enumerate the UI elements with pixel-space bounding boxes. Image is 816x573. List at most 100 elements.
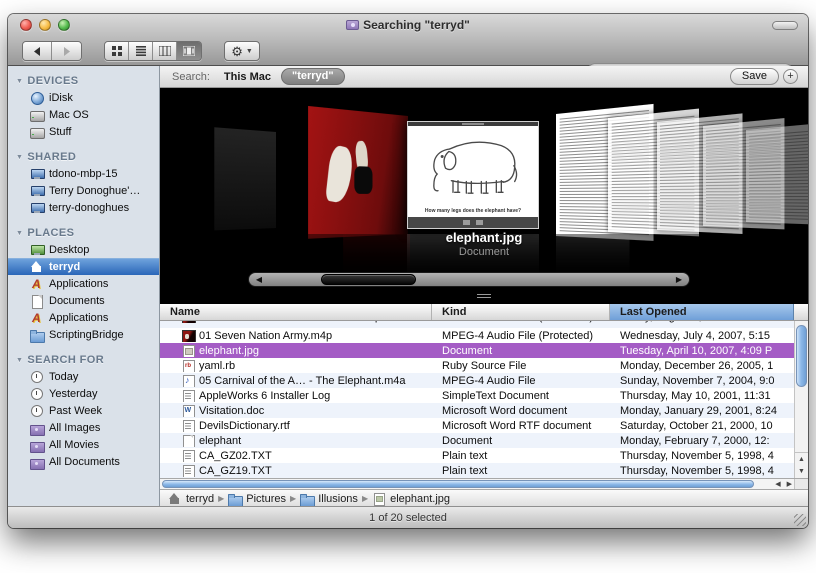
sidebar-section-header[interactable]: ▼SHARED xyxy=(8,149,159,165)
action-menu-button[interactable]: ⚙ ▼ xyxy=(224,41,260,61)
coverflow-scroll-thumb[interactable] xyxy=(321,274,416,285)
coverflow-scrollbar[interactable]: ◀ ▶ xyxy=(248,272,690,287)
scroll-left-icon[interactable]: ◀ xyxy=(775,480,780,488)
scope-terryd-button[interactable]: "terryd" xyxy=(281,68,345,85)
sidebar-item-label: Desktop xyxy=(49,244,89,256)
sidebar-item-documents[interactable]: Documents xyxy=(8,292,159,309)
column-header-name[interactable]: Name xyxy=(160,304,432,320)
title-bar[interactable]: Searching "terryd" xyxy=(8,14,808,36)
sidebar-section-label: PLACES xyxy=(27,227,74,239)
sidebar-item-stuff[interactable]: Stuff xyxy=(8,123,159,140)
column-header-last-opened[interactable]: Last Opened xyxy=(610,304,794,320)
table-row[interactable]: yaml.rbRuby Source FileMonday, December … xyxy=(160,358,808,373)
idisk-icon xyxy=(30,92,44,104)
window-title: Searching "terryd" xyxy=(8,18,808,32)
coverflow-scroll-left-icon[interactable]: ◀ xyxy=(249,273,269,286)
sidebar-item-idisk[interactable]: iDisk xyxy=(8,89,159,106)
smart-folder-icon xyxy=(30,456,44,468)
horizontal-scroll-thumb[interactable] xyxy=(162,480,754,488)
chevron-down-icon: ▼ xyxy=(246,48,253,55)
drive-icon xyxy=(30,109,44,121)
sidebar-item-label: terryd xyxy=(49,261,80,273)
status-bar: 1 of 20 selected xyxy=(8,506,808,528)
sidebar-item-label: Applications xyxy=(49,312,108,324)
clock-icon xyxy=(30,405,44,417)
column-header-kind[interactable]: Kind xyxy=(432,304,610,320)
coverflow-area[interactable]: How many legs does the elephant have? el… xyxy=(160,88,808,304)
back-button[interactable] xyxy=(23,42,52,60)
word-icon xyxy=(182,405,194,417)
scroll-up-icon[interactable]: ▲ xyxy=(798,454,805,466)
table-row[interactable]: AppleWorks 6 Installer LogSimpleText Doc… xyxy=(160,388,808,403)
table-row[interactable]: 06 The Hardest Button to Button.m4pMPEG-… xyxy=(160,321,808,328)
scroll-down-icon[interactable]: ▼ xyxy=(798,466,805,478)
toolbar-toggle-button[interactable] xyxy=(772,21,798,30)
vertical-scroll-thumb[interactable] xyxy=(796,325,807,387)
sidebar-item-scriptingbridge[interactable]: ScriptingBridge xyxy=(8,326,159,343)
coverflow-selected-preview[interactable]: How many legs does the elephant have? xyxy=(407,121,539,229)
sidebar-item-yesterday[interactable]: Yesterday xyxy=(8,385,159,402)
smart-folder-icon xyxy=(30,439,44,451)
vertical-scrollbar[interactable]: ▲ ▼ xyxy=(794,321,808,478)
sidebar-item-past-week[interactable]: Past Week xyxy=(8,402,159,419)
column-view-button[interactable] xyxy=(153,42,177,60)
table-row[interactable]: elephant.jpgDocumentTuesday, April 10, 2… xyxy=(160,343,808,358)
sidebar-item-applications[interactable]: Applications xyxy=(8,309,159,326)
sidebar-item-terryd[interactable]: terryd xyxy=(8,258,159,275)
sidebar-item-terry-donoghues[interactable]: terry-donoghues xyxy=(8,199,159,216)
coverflow-item-album-art[interactable] xyxy=(308,106,408,239)
forward-button[interactable] xyxy=(52,42,81,60)
sidebar-item-tdono-mbp-15[interactable]: tdono-mbp-15 xyxy=(8,165,159,182)
splitter-grip[interactable] xyxy=(477,292,491,298)
sidebar-section-header[interactable]: ▼ PLACES xyxy=(8,225,159,241)
table-row[interactable]: CA_GZ02.TXTPlain textThursday, November … xyxy=(160,448,808,463)
coverflow-scroll-right-icon[interactable]: ▶ xyxy=(669,273,689,286)
table-row[interactable]: 01 Seven Nation Army.m4pMPEG-4 Audio Fil… xyxy=(160,328,808,343)
list-view-button[interactable] xyxy=(129,42,153,60)
search-label: Search: xyxy=(172,71,210,83)
window-chrome: Searching "terryd" xyxy=(8,14,808,66)
scope-this-mac-button[interactable]: This Mac xyxy=(224,71,271,83)
file-name: CA_GZ19.TXT xyxy=(199,465,272,477)
save-search-button[interactable]: Save xyxy=(730,68,779,85)
coverflow-scroll-track[interactable] xyxy=(269,273,669,286)
table-row[interactable]: DevilsDictionary.rtf Microsoft Word RTF d… xyxy=(160,418,808,433)
file-kind: Document xyxy=(432,345,610,357)
sidebar-item-all-images[interactable]: All Images xyxy=(8,419,159,436)
coverflow-item-text-document[interactable] xyxy=(746,123,808,225)
file-name: DevilsDictionary.rtf xyxy=(199,420,290,432)
breadcrumb-item[interactable]: terryd xyxy=(168,493,214,505)
sidebar-item-desktop[interactable]: Desktop xyxy=(8,241,159,258)
table-row[interactable]: Visitation.docMicrosoft Word documentMon… xyxy=(160,403,808,418)
breadcrumb-item[interactable]: elephant.jpg xyxy=(372,493,450,505)
sidebar-section-header[interactable]: ▼SEARCH FOR xyxy=(8,352,159,368)
horizontal-scrollbar[interactable]: ◀ ▶ xyxy=(160,478,808,489)
icon-view-button[interactable] xyxy=(105,42,129,60)
sidebar-item-all-documents[interactable]: All Documents xyxy=(8,453,159,470)
file-last-opened: Monday, February 7, 2000, 12: xyxy=(610,435,794,447)
table-row[interactable]: CA_GZ19.TXTPlain textThursday, November … xyxy=(160,463,808,478)
sidebar-item-all-movies[interactable]: All Movies xyxy=(8,436,159,453)
file-name: CA_GZ02.TXT xyxy=(199,450,272,462)
breadcrumb-item[interactable]: Illusions xyxy=(300,493,358,505)
sidebar-item-today[interactable]: Today xyxy=(8,368,159,385)
file-last-opened: Wednesday, July 4, 2007, 5:15 xyxy=(610,330,794,342)
table-row[interactable]: elephantDocumentMonday, February 7, 2000… xyxy=(160,433,808,448)
file-last-opened: Thursday, November 5, 1998, 4 xyxy=(610,450,794,462)
coverflow-item-far-left[interactable] xyxy=(214,127,276,230)
resize-grip[interactable] xyxy=(794,514,806,526)
file-kind: Microsoft Word RTF document xyxy=(432,420,610,432)
scroll-right-icon[interactable]: ▶ xyxy=(787,480,792,488)
sidebar-item-terry-donoghue-[interactable]: Terry Donoghue'… xyxy=(8,182,159,199)
breadcrumb-item[interactable]: Pictures xyxy=(228,493,286,505)
table-row[interactable]: 05 Carnival of the A… - The Elephant.m4a… xyxy=(160,373,808,388)
disclosure-triangle-icon: ▼ xyxy=(16,230,23,237)
disclosure-triangle-icon: ▼ xyxy=(16,78,23,85)
add-criteria-button[interactable]: + xyxy=(783,69,798,84)
sidebar-item-applications[interactable]: Applications xyxy=(8,275,159,292)
sidebar-item-mac-os[interactable]: Mac OS xyxy=(8,106,159,123)
path-separator-icon: ▶ xyxy=(290,494,296,503)
home-icon xyxy=(30,261,44,273)
coverflow-view-button[interactable] xyxy=(177,42,201,60)
sidebar-section-header[interactable]: ▼DEVICES xyxy=(8,73,159,89)
